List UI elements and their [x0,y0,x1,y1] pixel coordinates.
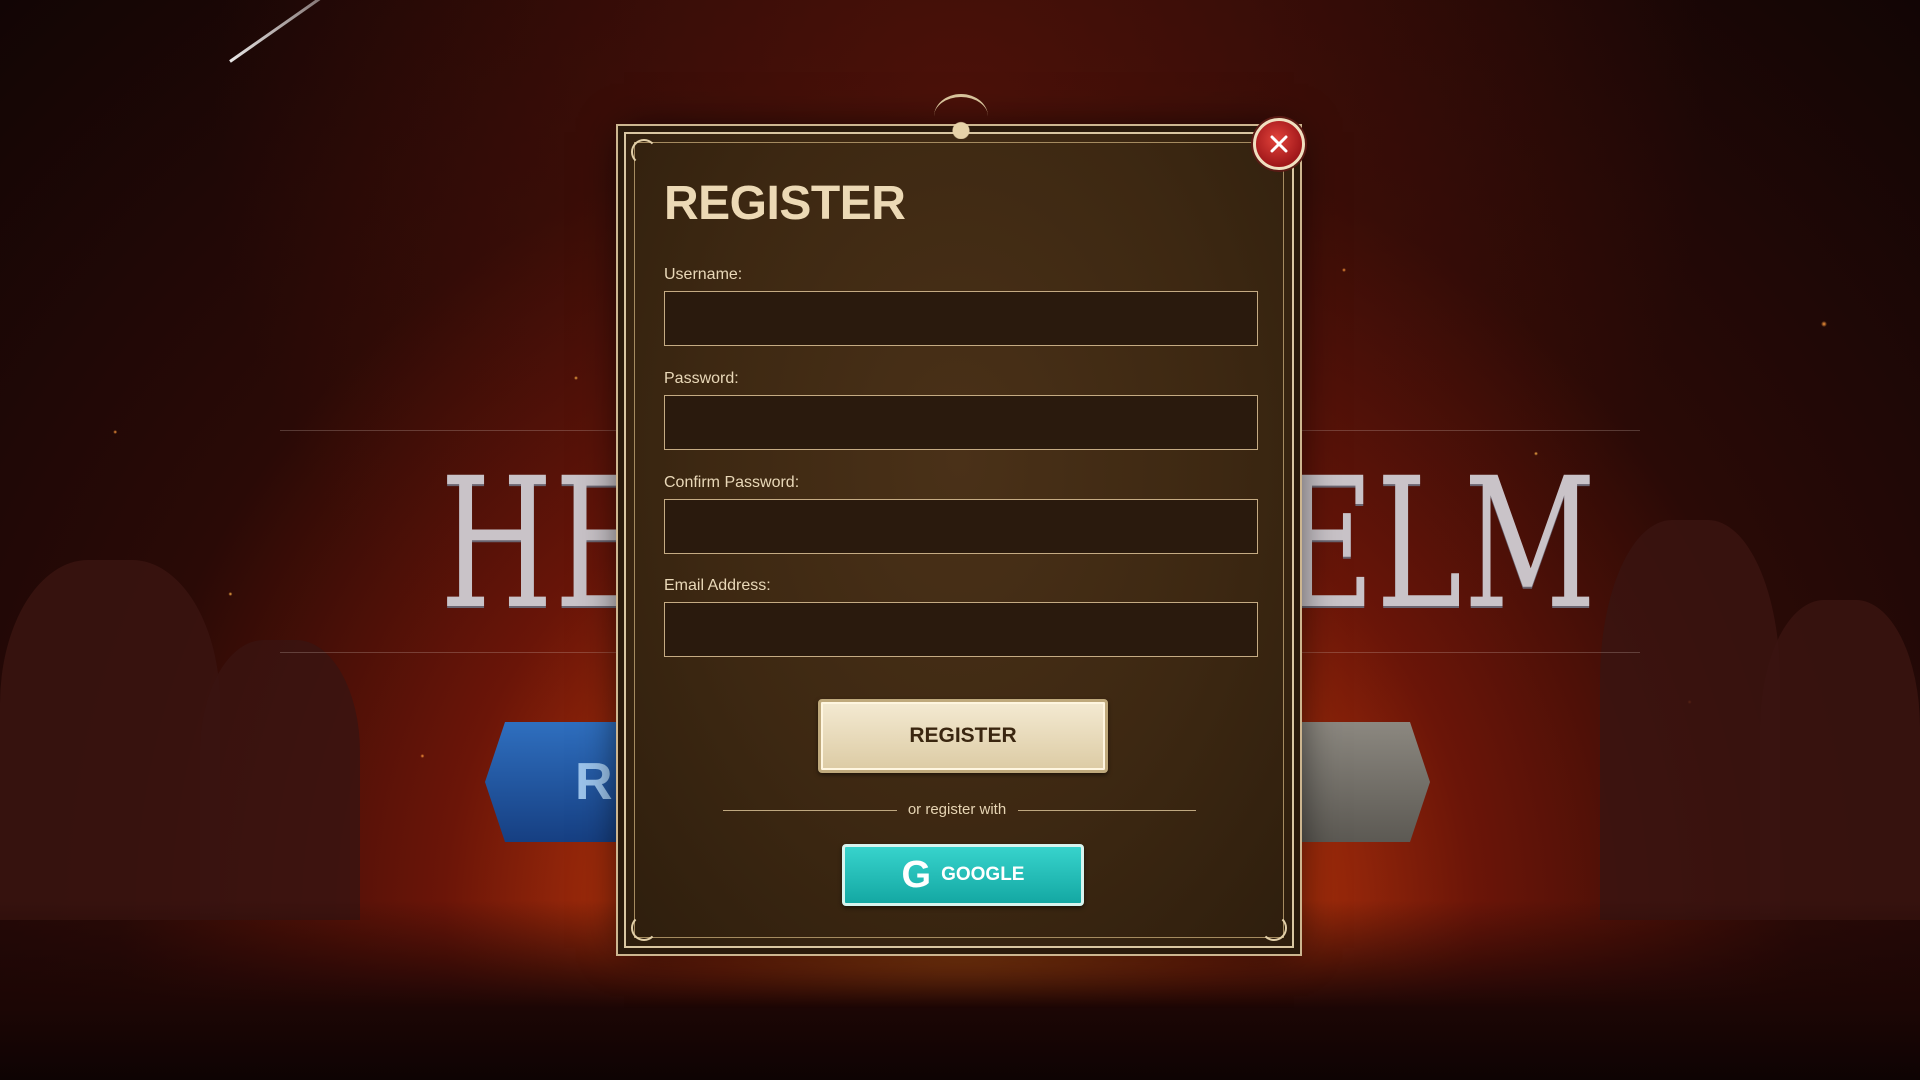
google-icon: G [901,854,932,896]
google-button-label: GOOGLE [941,864,1025,885]
corner-ornament-icon [631,139,657,165]
divider-line-left [723,810,897,811]
ruined-tower-right-2 [1760,600,1920,920]
close-button[interactable] [1253,118,1305,170]
password-label: Password: [664,370,739,387]
game-title-right: ELM [1280,440,1598,649]
confirm-password-label: Confirm Password: [664,474,800,491]
google-register-button[interactable]: G GOOGLE [842,844,1084,906]
dialog-title: REGISTER [664,177,906,230]
close-icon [1270,135,1288,153]
ruined-tower-left [0,560,220,920]
username-field[interactable] [664,291,1258,346]
divider-text: or register with [907,801,1007,818]
register-dialog: REGISTER Username: Password: Confirm Pas… [624,94,1294,948]
ruined-tower-left-2 [200,640,360,920]
register-button[interactable]: REGISTER [818,699,1108,773]
corner-ornament-icon [631,915,657,941]
confirm-password-field[interactable] [664,499,1258,554]
divider-line-right [1018,810,1196,811]
corner-ornament-icon [1261,915,1287,941]
email-label: Email Address: [664,577,771,594]
crest-ornament-icon [934,94,988,139]
username-label: Username: [664,266,743,283]
ruined-tower-right [1600,520,1780,920]
email-field[interactable] [664,602,1258,657]
password-field[interactable] [664,395,1258,450]
